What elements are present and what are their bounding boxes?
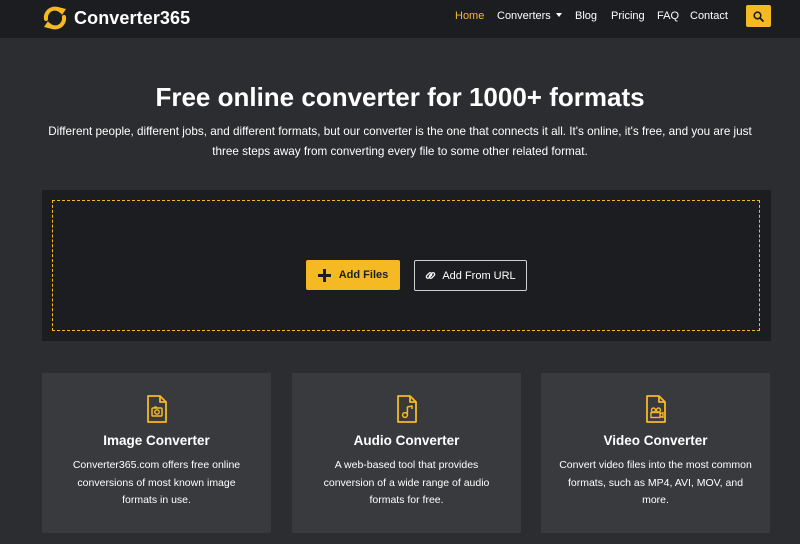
file-drop-zone[interactable]: Add Files Add From URL bbox=[52, 200, 760, 331]
nav-contact[interactable]: Contact bbox=[690, 10, 728, 22]
add-files-label: Add Files bbox=[338, 269, 389, 281]
hero-description: Different people, different jobs, and di… bbox=[48, 125, 752, 158]
audio-converter-card[interactable]: Audio Converter A web-based tool that pr… bbox=[292, 373, 521, 533]
video-file-icon bbox=[646, 395, 666, 423]
nav-blog[interactable]: Blog bbox=[575, 10, 597, 22]
nav-home[interactable]: Home bbox=[455, 10, 484, 22]
card-title: Video Converter bbox=[603, 433, 708, 448]
card-description: Converter365.com offers free online conv… bbox=[72, 459, 241, 506]
card-title: Audio Converter bbox=[353, 433, 460, 448]
nav-pricing[interactable]: Pricing bbox=[611, 10, 645, 22]
search-button[interactable] bbox=[746, 5, 771, 27]
image-file-icon bbox=[147, 395, 167, 423]
search-icon bbox=[753, 10, 764, 22]
audio-file-icon bbox=[397, 395, 417, 423]
image-converter-card[interactable]: Image Converter Converter365.com offers … bbox=[42, 373, 271, 533]
nav-converters[interactable]: Converters bbox=[497, 10, 562, 22]
card-title: Image Converter bbox=[103, 433, 210, 448]
link-icon bbox=[426, 272, 436, 279]
brand-logo[interactable]: Converter365 bbox=[41, 4, 190, 32]
add-from-url-label: Add From URL bbox=[442, 269, 516, 282]
nav-converters-label: Converters bbox=[497, 10, 551, 22]
chevron-down-icon bbox=[555, 13, 562, 17]
refresh-arrows-icon bbox=[43, 6, 67, 30]
card-description: A web-based tool that provides conversio… bbox=[323, 459, 490, 506]
brand-name: Converter365 bbox=[74, 7, 191, 28]
nav-faq[interactable]: FAQ bbox=[657, 10, 679, 22]
video-converter-card[interactable]: Video Converter Convert video files into… bbox=[541, 373, 770, 533]
add-files-button[interactable]: Add Files bbox=[306, 260, 400, 290]
top-navbar: Converter365 Home Converters Blog Pricin… bbox=[0, 0, 800, 38]
card-description: Convert video files into the most common… bbox=[559, 459, 752, 506]
plus-icon bbox=[317, 268, 331, 282]
upload-panel: Add Files Add From URL bbox=[42, 190, 771, 341]
page-title: Free online converter for 1000+ formats bbox=[155, 82, 645, 112]
add-from-url-button[interactable]: Add From URL bbox=[414, 260, 527, 291]
